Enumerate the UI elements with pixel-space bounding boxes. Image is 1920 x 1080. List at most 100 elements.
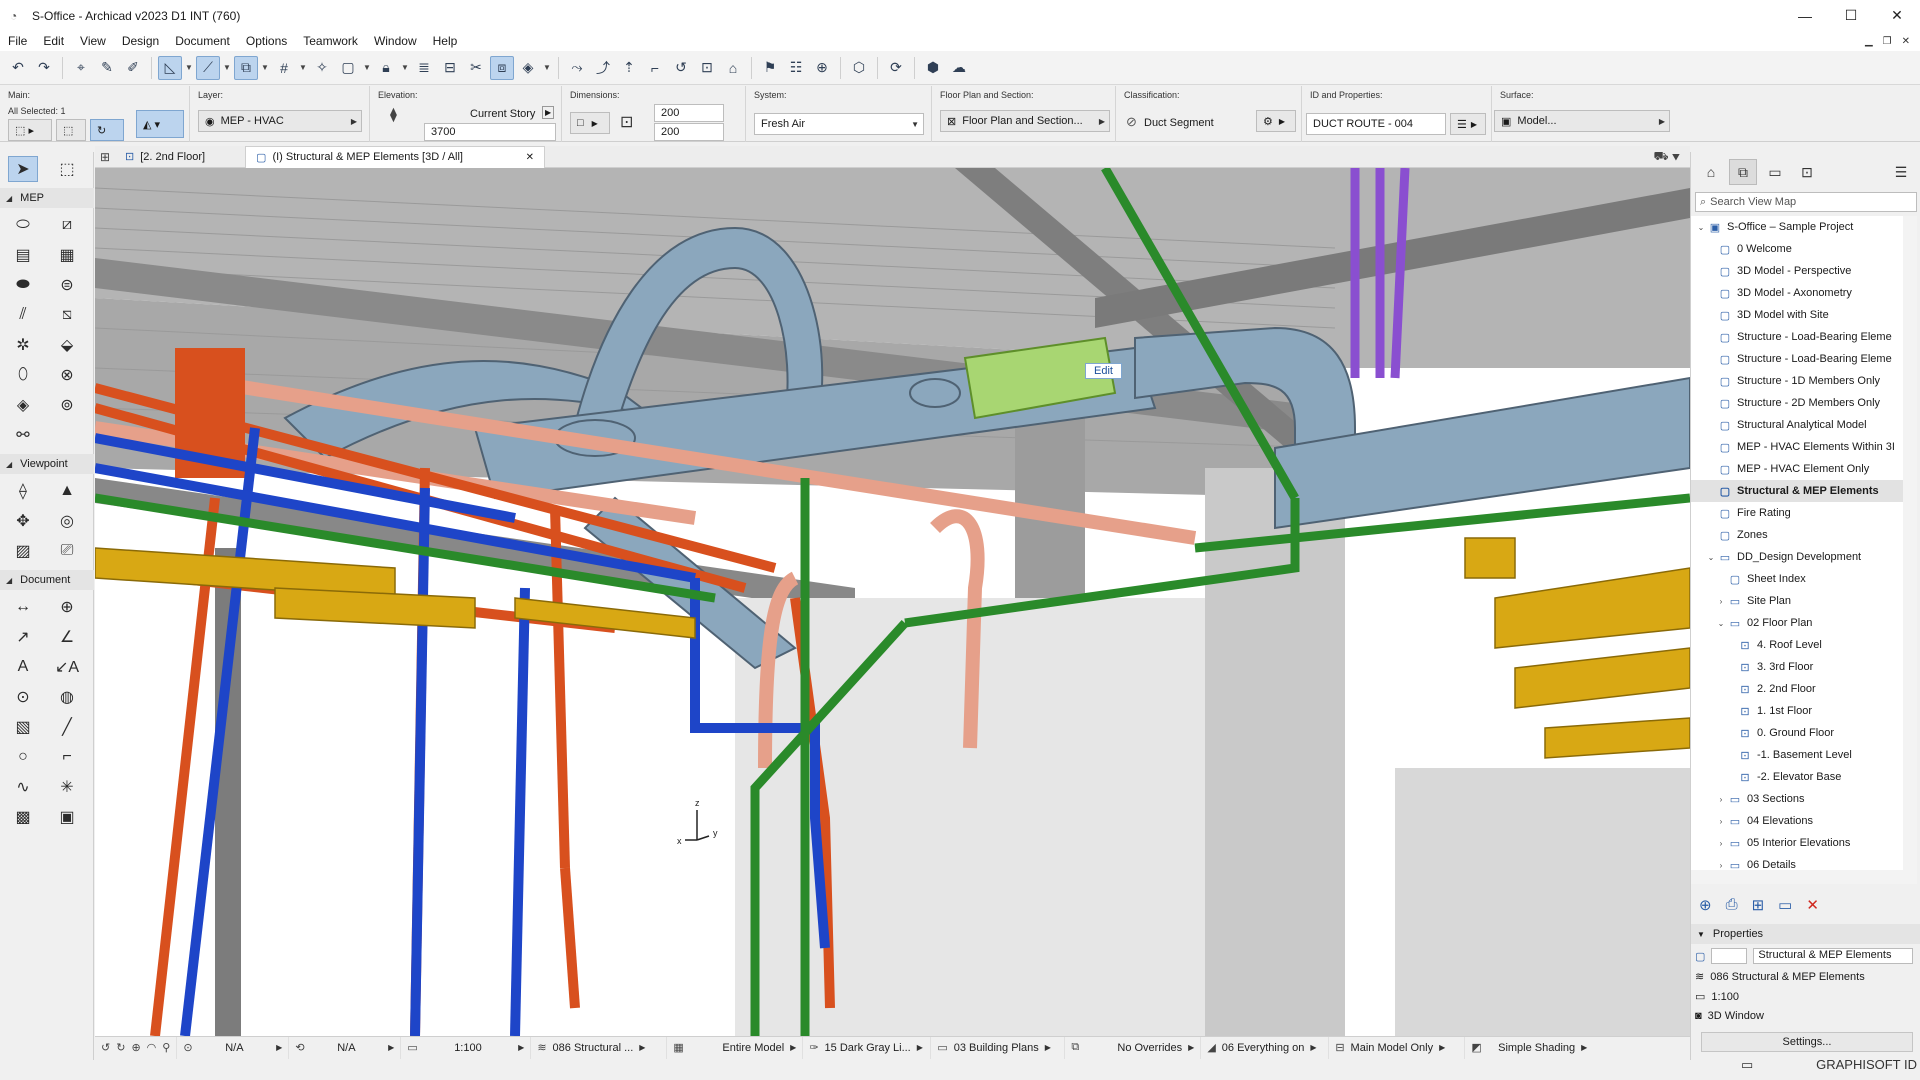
elbow-icon[interactable]: ↺ (669, 56, 693, 80)
tab-3d-structural-mep[interactable]: ▢ (I) Structural & MEP Elements [3D / Al… (245, 145, 546, 168)
mdi-minimize-icon[interactable]: ▁ (1865, 36, 1873, 47)
tree-item[interactable]: ▢ 3D Model with Site (1691, 304, 1917, 326)
suspend-groups-icon[interactable]: ⧉ (234, 55, 258, 80)
chevron-down-icon[interactable]: ▼ (222, 63, 232, 72)
arrow-tool-icon[interactable]: ➤ (8, 156, 38, 182)
pipe-fitting-icon[interactable]: ⊜ (52, 272, 82, 298)
system-dropdown[interactable]: Fresh Air ▼ (754, 113, 924, 135)
detail-tool-icon[interactable]: ▨ (8, 538, 38, 564)
mep-system-icon[interactable]: ⊕ (810, 56, 834, 80)
tab-overview-icon[interactable]: ⊞ (95, 150, 115, 164)
chevron-down-icon[interactable]: ▼ (542, 63, 552, 72)
tree-item[interactable]: ▢ Structure - Load-Bearing Eleme (1691, 348, 1917, 370)
pick-up-parameters-icon[interactable]: ⌖ (69, 56, 93, 80)
camera-tool-icon[interactable]: ⎚ (52, 538, 82, 564)
maximize-button[interactable]: ☐ (1828, 0, 1874, 31)
width-input[interactable]: 200 (654, 104, 724, 122)
view-map-icon[interactable]: ⧉ (1729, 159, 1757, 185)
line-tool-icon[interactable]: ╱ (52, 714, 82, 740)
sb-structure-display[interactable]: ⊟ Main Model Only ▶ (1329, 1036, 1466, 1059)
chevron-down-icon[interactable]: ⌄ (1715, 619, 1727, 628)
chevron-down-icon[interactable]: ▼ (400, 63, 410, 72)
elevation-input[interactable]: 3700 (424, 123, 556, 141)
pipe-tool-icon[interactable]: ⬬ (8, 272, 38, 298)
toolbox-document-header[interactable]: ◢ Document (0, 570, 94, 590)
toolbox-viewpoint-header[interactable]: ◢ Viewpoint (0, 454, 94, 474)
arrow-tool-button[interactable]: ↻ (90, 119, 124, 141)
menu-design[interactable]: Design (114, 34, 167, 48)
tree-item[interactable]: › ▭ 06 Details (1691, 854, 1917, 870)
route-pipe-icon[interactable]: ⤴ (591, 56, 615, 80)
minimize-button[interactable]: — (1782, 0, 1828, 31)
layout-book-icon[interactable]: ▭ (1761, 159, 1789, 185)
tree-item[interactable]: ▢ Zones (1691, 524, 1917, 546)
sb-zoom[interactable]: ⊙ N/A ▶ (177, 1036, 290, 1059)
chevron-right-icon[interactable]: › (1715, 817, 1727, 826)
sb-model-view[interactable]: ▦ Entire Model ▶ (667, 1036, 804, 1059)
duct-fitting-icon[interactable]: ⧄ (52, 212, 82, 238)
roof-icon[interactable]: ⌂ (721, 56, 745, 80)
elevation-tool-icon[interactable]: ▲ (52, 478, 82, 504)
tab-menu-icon[interactable]: ⛟ ▾ (1653, 149, 1680, 165)
chevron-right-icon[interactable]: › (1715, 597, 1727, 606)
mep-box-icon[interactable]: ⬙ (52, 332, 82, 358)
sb-shading[interactable]: ◩ Simple Shading ▶ (1465, 1037, 1593, 1059)
height-input[interactable]: 200 (654, 123, 724, 141)
interior-elevation-icon[interactable]: ✥ (8, 508, 38, 534)
mdi-close-icon[interactable]: ✕ (1902, 36, 1910, 47)
tree-item[interactable]: › ▭ Site Plan (1691, 590, 1917, 612)
drawing-tool-icon[interactable]: ▣ (52, 804, 82, 830)
tree-item[interactable]: ▢ 3D Model - Perspective (1691, 260, 1917, 282)
graphisoft-id-brand[interactable]: ▭ GRAPHISOFT ID (1691, 1057, 1917, 1073)
orbit-icon[interactable]: ◠ (147, 1041, 157, 1054)
zone-tool-icon[interactable]: ◍ (52, 684, 82, 710)
text-tool-icon[interactable]: A (8, 654, 38, 680)
close-tab-icon[interactable]: ✕ (526, 152, 534, 163)
level-dimension-icon[interactable]: ⊕ (52, 594, 82, 620)
angle-dimension-icon[interactable]: ∠ (52, 624, 82, 650)
duct-tool-icon[interactable]: ⬭ (8, 212, 38, 238)
snap-guides-icon[interactable]: ⟋ (196, 55, 220, 80)
layer-dropdown[interactable]: ◉ MEP - HVAC ▶ (198, 110, 362, 132)
chevron-down-icon[interactable]: ▼ (260, 63, 270, 72)
tree-item[interactable]: ⊡ -2. Elevator Base (1691, 766, 1917, 788)
properties-button[interactable]: ☰ ▶ (1450, 113, 1486, 135)
magic-wand-icon[interactable]: ✧ (310, 56, 334, 80)
tree-item[interactable]: ⌄ ▭ DD_Design Development (1691, 546, 1917, 568)
chevron-down-icon[interactable]: ⌄ (1695, 223, 1707, 232)
chevron-down-icon[interactable]: ▼ (298, 63, 308, 72)
chevron-right-icon[interactable]: › (1715, 861, 1727, 870)
menu-teamwork[interactable]: Teamwork (295, 34, 366, 48)
sb-layer-combination[interactable]: ≋ 086 Structural ... ▶ (531, 1036, 668, 1059)
3d-viewport[interactable]: Edit z x y (95, 168, 1690, 1036)
id-input[interactable]: DUCT ROUTE - 004 (1306, 113, 1446, 135)
project-map-icon[interactable]: ⌂ (1697, 159, 1725, 185)
grid-snap-icon[interactable]: # (272, 56, 296, 80)
undo-zoom-icon[interactable]: ↺ (101, 1041, 110, 1054)
redo-icon[interactable]: ↷ (32, 56, 56, 80)
sb-scale[interactable]: ▭ 1:100 ▶ (401, 1036, 532, 1059)
tree-item[interactable]: ▢ Structural Analytical Model (1691, 414, 1917, 436)
view-map-search[interactable]: ⌕ Search View Map (1695, 192, 1917, 212)
tree-item[interactable]: ⌄ ▭ 02 Floor Plan (1691, 612, 1917, 634)
mdi-restore-icon[interactable]: ❐ (1883, 36, 1892, 47)
hotspot-tool-icon[interactable]: ✳ (52, 774, 82, 800)
tree-item[interactable]: › ▭ 05 Interior Elevations (1691, 832, 1917, 854)
duct-flexible-icon[interactable]: ▤ (8, 242, 38, 268)
riser-icon[interactable]: ⇡ (617, 56, 641, 80)
tree-item[interactable]: ⊡ 2. 2nd Floor (1691, 678, 1917, 700)
publish-icon[interactable]: ⬡ (847, 56, 871, 80)
lock-icon[interactable]: 🔒︎ (374, 56, 398, 80)
menu-help[interactable]: Help (425, 34, 466, 48)
bimcloud-icon[interactable]: ☁ (947, 56, 971, 80)
view-settings-icon[interactable]: ▭ (1778, 896, 1792, 914)
layers-icon[interactable]: ≣ (412, 56, 436, 80)
menu-edit[interactable]: Edit (35, 34, 72, 48)
menu-document[interactable]: Document (167, 34, 238, 48)
tree-item[interactable]: ⊡ 0. Ground Floor (1691, 722, 1917, 744)
marquee-tool-icon[interactable]: ⬚ (52, 156, 82, 182)
tree-item[interactable]: ▢ Structure - Load-Bearing Eleme (1691, 326, 1917, 348)
publisher-sets-icon[interactable]: ⊡ (1793, 159, 1821, 185)
tree-hscrollbar[interactable] (1691, 870, 1917, 884)
edit-tooltip[interactable]: Edit (1085, 363, 1122, 379)
